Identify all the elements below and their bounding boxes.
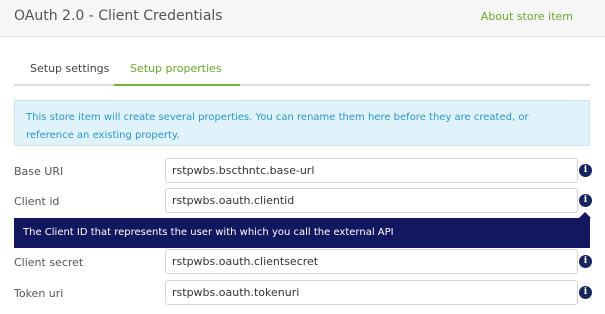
client-secret-info-icon[interactable]: i bbox=[579, 255, 592, 268]
client-secret-field[interactable] bbox=[165, 249, 578, 274]
base-uri-info-icon[interactable]: i bbox=[579, 164, 592, 177]
tab-setup-properties[interactable]: Setup properties bbox=[130, 62, 222, 75]
base-uri-label: Base URI bbox=[14, 165, 64, 178]
about-store-item-link[interactable]: About store item bbox=[481, 10, 573, 23]
dialog-header: OAuth 2.0 - Client Credentials About sto… bbox=[0, 0, 605, 37]
tooltip-text: The Client ID that represents the user w… bbox=[23, 227, 394, 238]
info-message-text: This store item will create several prop… bbox=[26, 112, 529, 141]
info-message: This store item will create several prop… bbox=[14, 100, 590, 146]
base-uri-field[interactable] bbox=[165, 158, 578, 183]
client-id-label: Client id bbox=[14, 195, 60, 208]
token-uri-field[interactable] bbox=[165, 280, 578, 305]
client-id-field[interactable] bbox=[165, 188, 578, 213]
tab-setup-settings[interactable]: Setup settings bbox=[30, 62, 109, 75]
tab-bar: Setup settings Setup properties bbox=[14, 56, 590, 86]
client-id-tooltip: The Client ID that represents the user w… bbox=[14, 218, 590, 248]
token-uri-info-icon[interactable]: i bbox=[579, 286, 592, 299]
active-tab-indicator bbox=[114, 84, 240, 86]
dialog-title: OAuth 2.0 - Client Credentials bbox=[14, 8, 223, 24]
token-uri-label: Token uri bbox=[14, 287, 64, 300]
client-id-info-icon[interactable]: i bbox=[579, 194, 592, 207]
client-secret-label: Client secret bbox=[14, 256, 84, 269]
